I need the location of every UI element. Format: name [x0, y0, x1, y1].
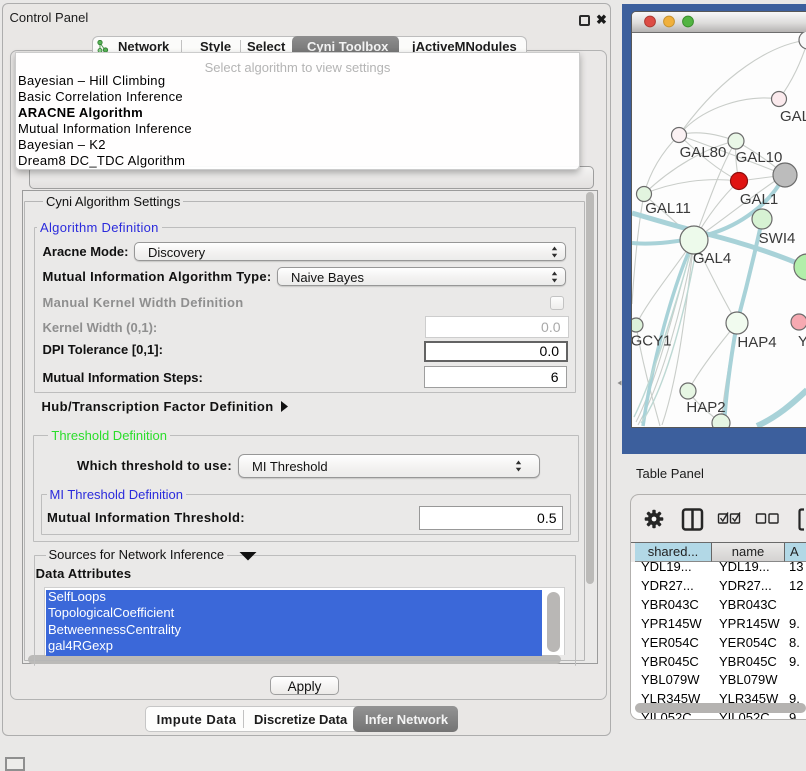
svg-text:GAL1: GAL1	[740, 191, 778, 208]
svg-text:GAL7: GAL7	[780, 108, 806, 125]
svg-text:HAP2: HAP2	[686, 399, 725, 416]
svg-text:GAL80: GAL80	[680, 144, 727, 161]
svg-text:SWI4: SWI4	[759, 230, 796, 247]
svg-text:HAP4: HAP4	[737, 334, 776, 351]
svg-text:YB: YB	[798, 333, 806, 350]
svg-text:GCY1: GCY1	[632, 333, 671, 350]
svg-text:GAL4: GAL4	[693, 250, 731, 267]
svg-text:GAL11: GAL11	[645, 200, 691, 217]
svg-text:GAL10: GAL10	[736, 149, 783, 166]
